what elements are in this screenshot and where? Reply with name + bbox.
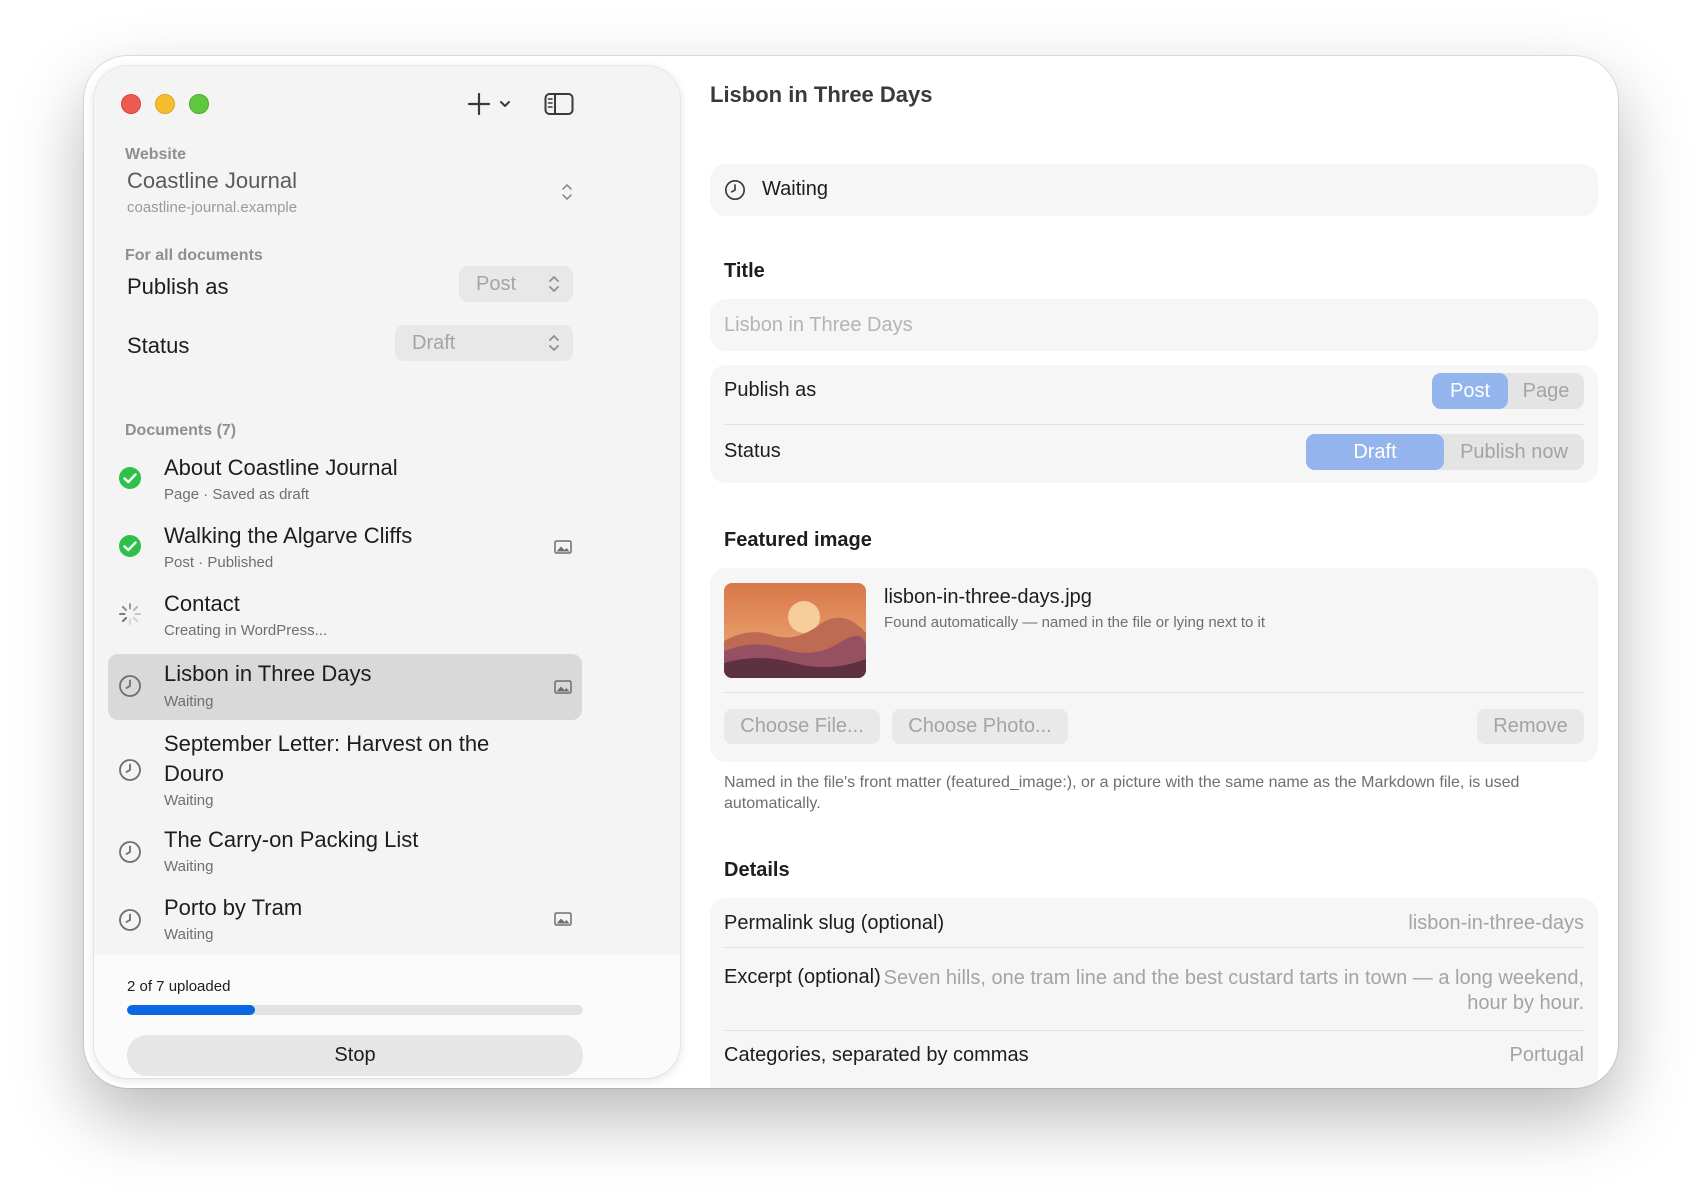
document-title: Walking the Algarve Cliffs [164, 523, 413, 548]
featured-image-heading: Featured image [724, 529, 872, 551]
minimize-window-button[interactable] [155, 94, 175, 114]
document-row[interactable]: September Letter: Harvest on the Douro W… [108, 726, 582, 816]
segment-draft[interactable]: Draft [1306, 434, 1444, 470]
categories-input[interactable]: Portugal [1510, 1044, 1585, 1067]
photo-icon [554, 912, 572, 926]
status-segmented-control[interactable]: Draft Publish now [1306, 434, 1584, 470]
document-title: Porto by Tram [164, 895, 303, 920]
close-window-button[interactable] [121, 94, 141, 114]
document-title: About Coastline Journal [164, 455, 398, 480]
title-section-heading: Title [724, 260, 765, 282]
document-row[interactable]: About Coastline Journal Page · Saved as … [108, 450, 582, 512]
status-popup[interactable]: Draft [395, 325, 573, 361]
document-subtitle: Waiting [164, 693, 214, 710]
add-document-button[interactable] [467, 88, 517, 120]
status-text: Waiting [762, 178, 828, 200]
photo-icon [554, 680, 572, 694]
app-window: Website Coastline Journal coastline-jour… [84, 56, 1618, 1088]
status-banner: Waiting [710, 164, 1598, 216]
excerpt-input[interactable]: Seven hills, one tram line and the best … [862, 966, 1584, 1016]
status-label: Status [127, 333, 190, 358]
page-title: Lisbon in Three Days [710, 82, 933, 107]
site-url: coastline-journal.example [127, 199, 298, 216]
zoom-window-button[interactable] [189, 94, 209, 114]
plus-icon [467, 92, 510, 116]
segment-page[interactable]: Page [1508, 373, 1584, 409]
document-subtitle: Page · Saved as draft [164, 486, 310, 503]
publish-as-label: Publish as [127, 274, 229, 299]
slug-label: Permalink slug (optional) [724, 912, 945, 934]
document-row[interactable]: Porto by Tram Waiting [108, 890, 582, 952]
upload-status: 2 of 7 uploaded [127, 978, 231, 995]
slug-input[interactable]: lisbon-in-three-days [1408, 912, 1584, 935]
publish-as-value: Post [476, 272, 517, 295]
featured-image-filename: lisbon-in-three-days.jpg [884, 586, 1092, 608]
details-card: Permalink slug (optional) lisbon-in-thre… [710, 898, 1598, 1088]
document-row[interactable]: Walking the Algarve Cliffs Post · Publis… [108, 518, 582, 580]
document-subtitle: Post · Published [164, 554, 274, 571]
checkmark-circle-icon [119, 535, 141, 557]
checkmark-circle-icon [119, 467, 141, 489]
publish-as-popup[interactable]: Post [459, 266, 573, 302]
document-row[interactable]: Contact Creating in WordPress... [108, 586, 582, 648]
categories-label: Categories, separated by commas [724, 1044, 1029, 1066]
toggle-sidebar-button[interactable] [542, 88, 576, 120]
featured-image-card: lisbon-in-three-days.jpg Found automatic… [710, 568, 1598, 762]
choose-photo-button[interactable]: Choose Photo... [892, 709, 1068, 744]
sidebar: Website Coastline Journal coastline-jour… [94, 66, 680, 1078]
chevron-up-down-icon [549, 335, 559, 351]
remove-image-button[interactable]: Remove [1477, 709, 1584, 744]
clock-icon [725, 180, 745, 200]
sidebar-toggle-icon [544, 93, 574, 115]
divider [724, 424, 1584, 425]
divider [724, 947, 1584, 948]
upload-footer: 2 of 7 uploaded Stop [94, 954, 680, 1078]
featured-image-note: Found automatically — named in the file … [884, 614, 1266, 631]
site-name: Coastline Journal [127, 168, 297, 193]
status-label: Status [724, 440, 781, 462]
document-subtitle: Waiting [164, 792, 214, 809]
upload-progress-bar [127, 1005, 583, 1015]
publish-as-label: Publish as [724, 379, 817, 401]
upload-progress-fill [127, 1005, 255, 1015]
details-heading: Details [724, 859, 790, 881]
clock-icon [119, 759, 141, 781]
for-all-documents-label: For all documents [125, 247, 263, 264]
stop-button[interactable]: Stop [127, 1035, 583, 1076]
document-row-selected[interactable]: Lisbon in Three Days Waiting [108, 654, 582, 720]
document-title: Contact [164, 591, 240, 616]
documents-section-label: Documents (7) [125, 422, 237, 439]
chevron-up-down-icon [549, 276, 559, 292]
mountain-sunset-image [724, 583, 866, 678]
clock-icon [119, 841, 141, 863]
excerpt-label: Excerpt (optional) [724, 966, 881, 988]
document-title: September Letter: Harvest on the Douro [164, 731, 490, 786]
photo-icon [554, 540, 572, 554]
title-field-value: Lisbon in Three Days [724, 314, 913, 336]
website-section-label: Website [125, 146, 187, 163]
segment-post[interactable]: Post [1432, 373, 1508, 409]
publish-as-segmented-control[interactable]: Post Page [1432, 373, 1584, 409]
title-field[interactable]: Lisbon in Three Days [710, 299, 1598, 351]
featured-image-thumbnail [724, 583, 866, 678]
clock-icon [119, 675, 141, 697]
divider [724, 1030, 1584, 1031]
document-subtitle: Waiting [164, 926, 214, 943]
document-title: Lisbon in Three Days [164, 661, 372, 686]
spinner-icon [119, 603, 141, 625]
document-title: The Carry-on Packing List [164, 827, 419, 852]
document-row[interactable]: The Carry-on Packing List Waiting [108, 822, 582, 884]
document-subtitle: Creating in WordPress... [164, 622, 328, 639]
publish-options-card: Publish as Post Page Status Draft Publis… [710, 365, 1598, 483]
document-subtitle: Waiting [164, 858, 214, 875]
choose-file-button[interactable]: Choose File... [724, 709, 880, 744]
chevron-up-down-icon [562, 184, 572, 200]
status-value: Draft [412, 331, 456, 354]
featured-image-help: Named in the file's front matter (featur… [724, 774, 1520, 812]
divider [724, 692, 1584, 693]
detail-pane: Lisbon in Three Days Waiting Title Lisbo… [690, 56, 1618, 1088]
segment-publish-now[interactable]: Publish now [1444, 434, 1584, 470]
clock-icon [119, 909, 141, 931]
